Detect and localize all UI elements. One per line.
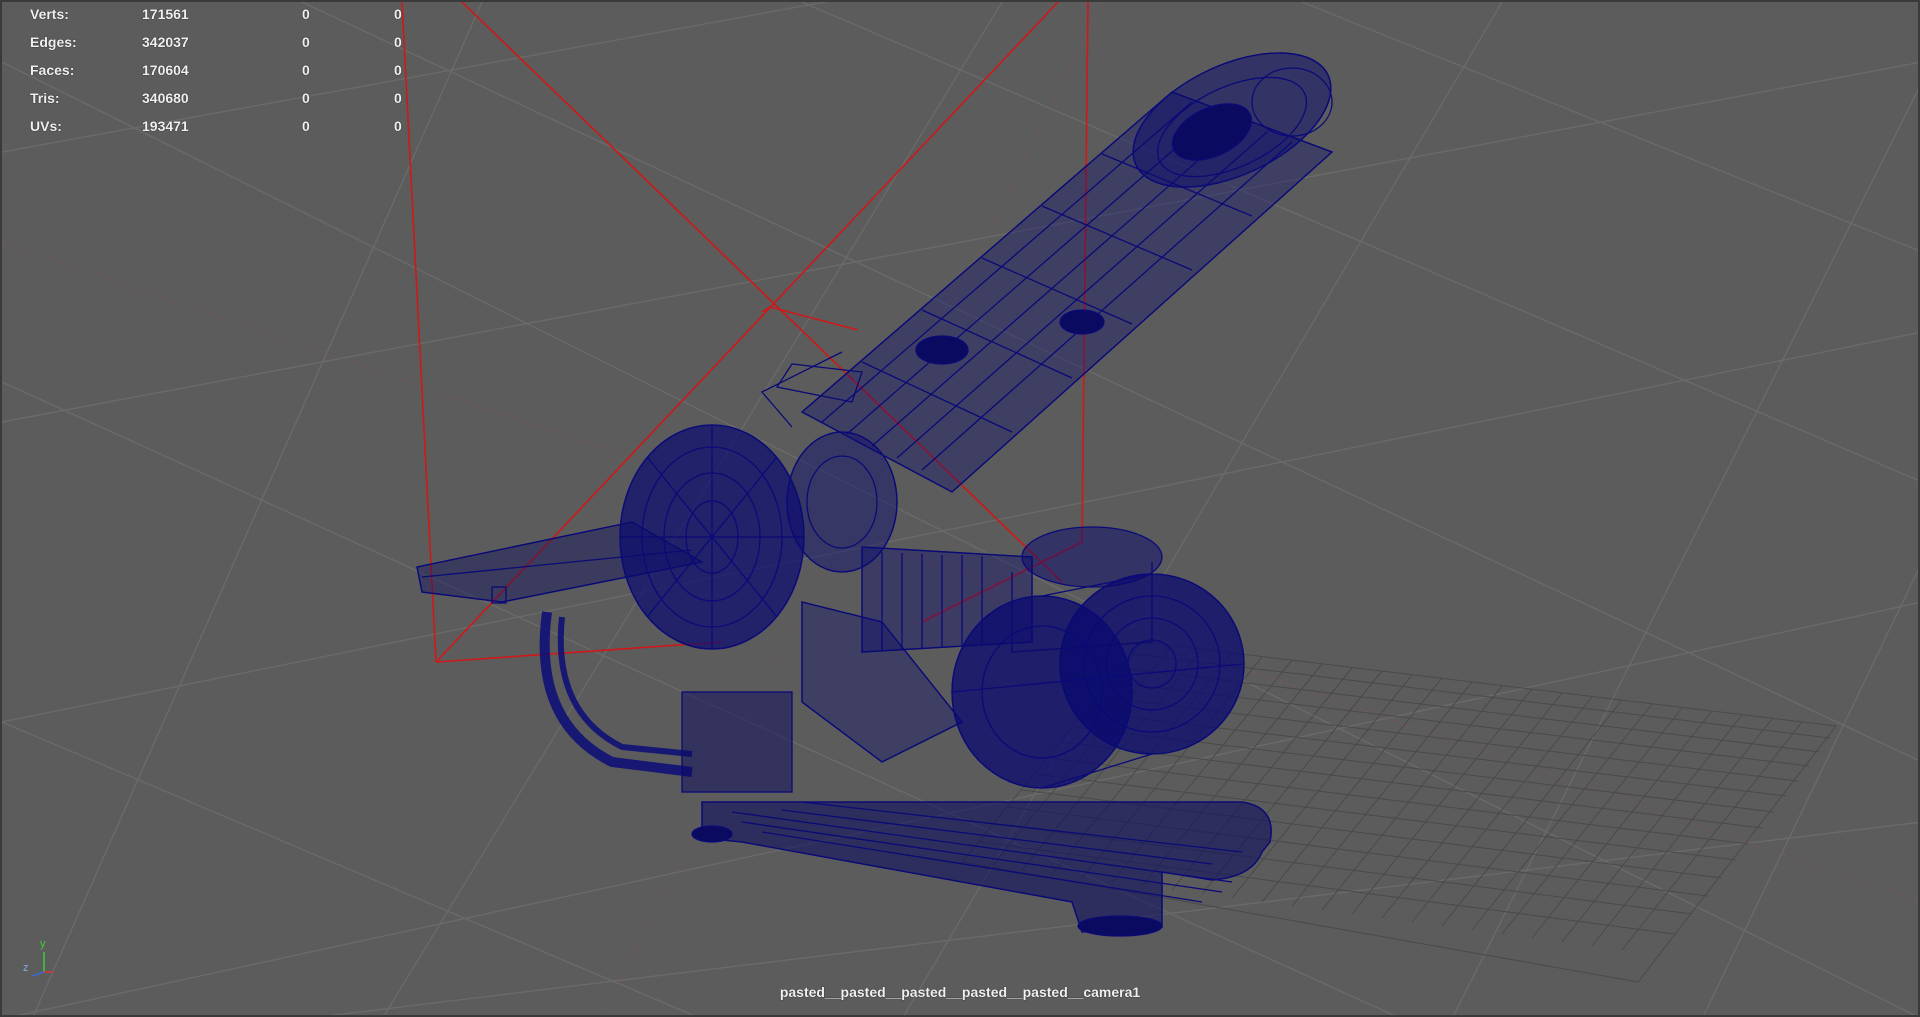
hud-label: Verts: [30,6,69,22]
hud-value: 340680 [142,90,189,106]
view-axis-gizmo: y z [20,938,60,980]
hud-value: 342037 [142,34,189,50]
hud-selected-count: 0 [302,62,310,78]
hud-selected-count: 0 [302,90,310,106]
curved-guard[interactable] [539,611,793,793]
hud-selected-count: 0 [302,34,310,50]
hud-value: 193471 [142,118,189,134]
hud-label: Faces: [30,62,75,78]
hud-row-verts: Verts: 171561 0 0 [30,6,402,34]
hud-triangle-count: 0 [394,90,402,106]
hud-triangle-count: 0 [394,6,402,22]
axis-z-label: z [23,962,29,974]
base-plate[interactable] [701,801,1272,933]
wireframe-model[interactable] [416,25,1351,937]
hud-selected-count: 0 [302,118,310,134]
hud-row-uvs: UVs: 193471 0 0 [30,118,402,146]
hud-value: 170604 [142,62,189,78]
scene-canvas[interactable] [2,2,1920,1017]
hud-value: 171561 [142,6,189,22]
hud-row-edges: Edges: 342037 0 0 [30,34,402,62]
hud-label: UVs: [30,118,62,134]
maya-viewport[interactable]: Verts: 171561 0 0 Edges: 342037 0 0 Face… [0,0,1920,1017]
hud-triangle-count: 0 [394,34,402,50]
poly-count-hud: Verts: 171561 0 0 Edges: 342037 0 0 Face… [30,6,402,146]
axis-y-label: y [40,938,46,950]
hud-label: Edges: [30,34,77,50]
left-wheel[interactable] [619,424,805,650]
camera-name-label: pasted__pasted__pasted__pasted__pasted__… [779,984,1141,1000]
hud-label: Tris: [30,90,60,106]
hud-row-faces: Faces: 170604 0 0 [30,62,402,90]
hud-row-tris: Tris: 340680 0 0 [30,90,402,118]
hud-selected-count: 0 [302,6,310,22]
hud-triangle-count: 0 [394,62,402,78]
hud-triangle-count: 0 [394,118,402,134]
